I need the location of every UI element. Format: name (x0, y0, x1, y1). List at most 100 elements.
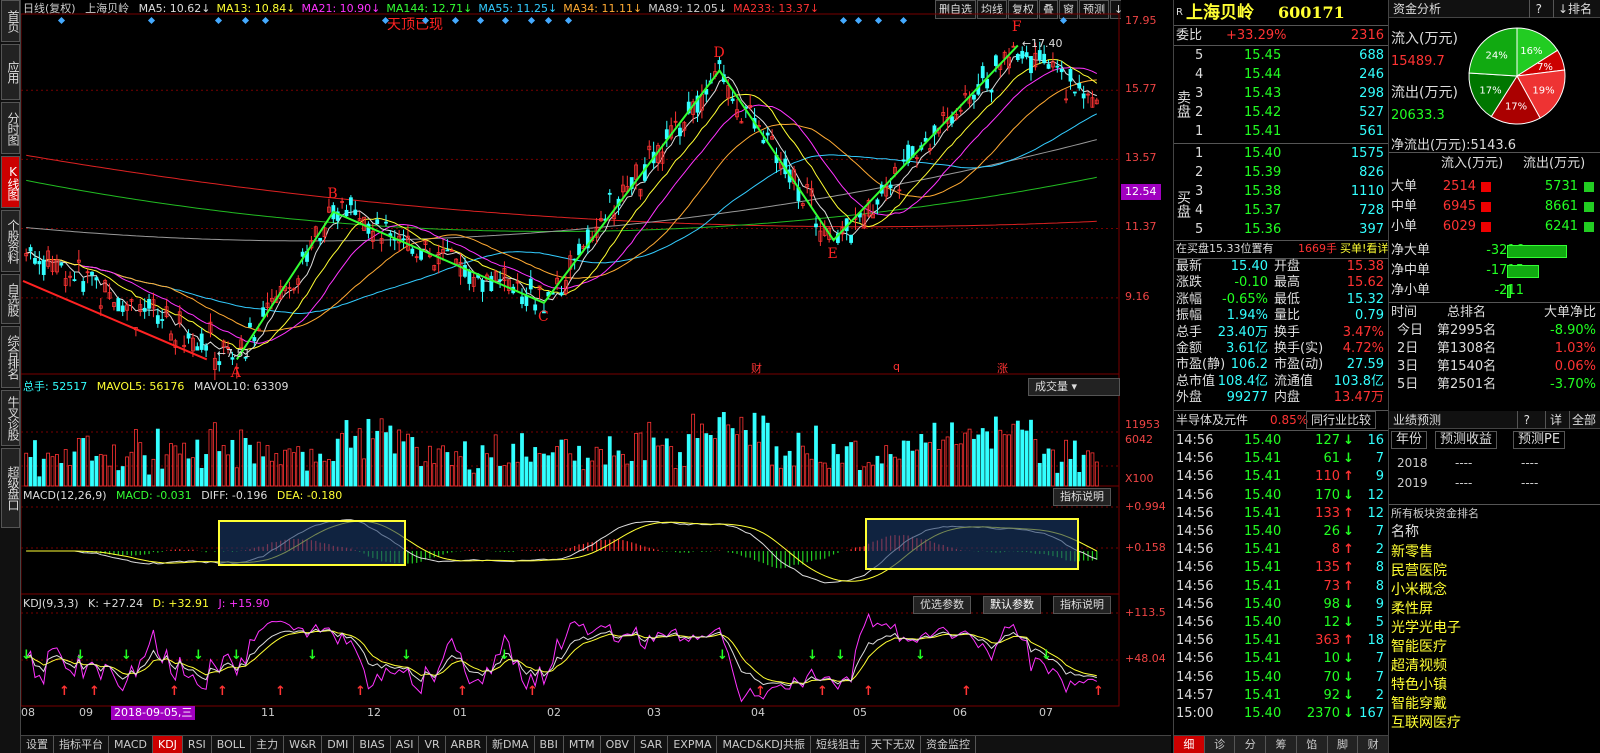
quote-tab-5[interactable]: 脚 (1327, 736, 1359, 753)
indicator-tab-2[interactable]: MACD (109, 736, 153, 753)
left-tab-1[interactable]: 应用 (1, 44, 20, 100)
forecast-col-0[interactable]: 年份 (1391, 431, 1428, 449)
down-arrow-icon: ↓ (1343, 451, 1354, 467)
fund-rank-button[interactable]: ↓排名 (1552, 0, 1596, 18)
sell-row-0[interactable]: 5 15.45 688 (1174, 47, 1388, 65)
indicator-tab-19[interactable]: MACD&KDJ共振 (717, 736, 811, 753)
indicator-tab-5[interactable]: BOLL (212, 736, 252, 753)
left-tab-7[interactable]: 牛叉诊股 (1, 390, 20, 446)
indicator-tab-20[interactable]: 短线狙击 (811, 736, 866, 753)
kdj-btn-1[interactable]: 默认参数 (983, 596, 1041, 614)
sell-row-1[interactable]: 4 15.44 246 (1174, 66, 1388, 84)
left-tab-6[interactable]: 综合排名 (1, 326, 20, 388)
quote-tab-2[interactable]: 分 (1235, 736, 1267, 753)
left-tab-8[interactable]: 超级盘口 (1, 448, 20, 528)
volume-bar (857, 470, 862, 487)
indicator-tab-21[interactable]: 天下无双 (866, 736, 921, 753)
block-item-0[interactable]: 新零售 (1389, 543, 1600, 561)
buy-row-0[interactable]: 1 15.40 1575 (1174, 145, 1388, 163)
indicator-tab-4[interactable]: RSI (183, 736, 212, 753)
price-tick-4: 9.16 (1125, 289, 1150, 303)
quote-label2: 最高 (1274, 275, 1301, 291)
quote-row-8: 外盘 99277 内盘 13.47万 (1174, 390, 1388, 406)
forecast-help-button[interactable]: ? (1516, 411, 1536, 429)
kdj-btn-2[interactable]: 指标说明 (1053, 596, 1111, 614)
quote-tab-6[interactable]: 财 (1358, 736, 1390, 753)
volume-bar (717, 417, 722, 487)
block-item-1[interactable]: 民营医院 (1389, 562, 1600, 580)
fund-row-label: 中单 (1391, 199, 1418, 214)
block-item-4[interactable]: 光学光电子 (1389, 619, 1600, 637)
block-item-5[interactable]: 智能医疗 (1389, 638, 1600, 656)
sell-row-2[interactable]: 3 15.43 298 (1174, 85, 1388, 103)
volume-bar (427, 445, 432, 487)
block-item-7[interactable]: 特色小镇 (1389, 676, 1600, 694)
indicator-tab-14[interactable]: BBI (535, 736, 564, 753)
volume-bar (941, 439, 946, 487)
block-item-9[interactable]: 互联网医疗 (1389, 714, 1600, 732)
indicator-tab-0[interactable]: 设置 (21, 736, 54, 753)
quote-tab-3[interactable]: 筹 (1266, 736, 1297, 753)
rank-head-total: 总排名 (1447, 305, 1487, 320)
indicator-tab-8[interactable]: DMI (322, 736, 355, 753)
quote-tab-0[interactable]: 细 (1174, 736, 1205, 753)
weibi-row: 委比 +33.29% 2316 (1174, 27, 1388, 45)
sell-row-3[interactable]: 2 15.42 527 (1174, 104, 1388, 122)
quote-tab-4[interactable]: 馅 (1296, 736, 1328, 753)
block-item-2[interactable]: 小米概念 (1389, 581, 1600, 599)
forecast-all-button[interactable]: 全部 (1568, 411, 1598, 429)
fund-help-button[interactable]: ? (1528, 0, 1548, 18)
left-tab-5[interactable]: 自选股 (1, 274, 20, 324)
chart-area[interactable]: 日线(复权) 上海贝岭 MA5: 10.62↓ MA13: 10.84↓ MA21:… (21, 0, 1146, 735)
macd-explain-button[interactable]: 指标说明 (1053, 488, 1111, 506)
price-scale: 17.95 15.77 13.57 11.37 9.16 12.54 11953 6042 X1… (1121, 0, 1173, 735)
quote-tab-1[interactable]: 诊 (1204, 736, 1236, 753)
indicator-tab-9[interactable]: BIAS (354, 736, 391, 753)
indicator-tab-1[interactable]: 指标平台 (54, 736, 109, 753)
indicator-tab-10[interactable]: ASI (391, 736, 420, 753)
buy-row-2[interactable]: 3 15.38 1110 (1174, 183, 1388, 201)
indicator-tab-13[interactable]: 新DMA (487, 736, 535, 753)
volume-bar (1002, 434, 1007, 487)
left-tab-0[interactable]: 首页 (1, 0, 20, 42)
forecast-col-2[interactable]: 预测PE (1513, 431, 1566, 449)
left-tab-3[interactable]: K线图 (1, 156, 20, 208)
volume-bar (761, 415, 766, 487)
indicator-tab-7[interactable]: W&R (284, 736, 323, 753)
volume-bar (120, 466, 125, 487)
indicator-tab-11[interactable]: VR (419, 736, 446, 753)
book-price: 15.39 (1244, 165, 1282, 180)
fund-head-in: 流入(万元) (1441, 156, 1504, 171)
fund-net-row-2: 净小单-211 (1389, 282, 1600, 300)
forecast-col-1[interactable]: 预测收益 (1435, 431, 1498, 449)
sector-compare-button[interactable]: 同行业比较 (1306, 411, 1377, 429)
buy-row-4[interactable]: 5 15.36 397 (1174, 221, 1388, 239)
candle-body (248, 322, 252, 328)
vol-indicator-select[interactable]: 成交量 ▾ (1028, 378, 1120, 396)
block-item-6[interactable]: 超清视频 (1389, 657, 1600, 675)
left-tab-4[interactable]: 个股资料 (1, 210, 20, 272)
block-item-3[interactable]: 柔性屏 (1389, 600, 1600, 618)
volume-bar (243, 438, 248, 487)
forecast-detail-button[interactable]: 详 (1544, 411, 1566, 429)
buy-row-1[interactable]: 2 15.39 826 (1174, 164, 1388, 182)
left-tab-2[interactable]: 分时图 (1, 102, 20, 154)
indicator-tab-12[interactable]: ARBR (446, 736, 488, 753)
sell-row-4[interactable]: 1 15.41 561 (1174, 123, 1388, 141)
kdj-btn-0[interactable]: 优选参数 (913, 596, 971, 614)
indicator-tab-3[interactable]: KDJ (152, 736, 183, 753)
kdj-j-line (25, 612, 1098, 703)
indicator-tab-18[interactable]: EXPMA (668, 736, 718, 753)
indicator-tab-16[interactable]: OBV (601, 736, 635, 753)
indicator-tab-6[interactable]: 主力 (251, 736, 285, 753)
indicator-tab-17[interactable]: SAR (635, 736, 669, 753)
buy-info-row[interactable]: 在买盘15.33位置有 1669手 买单!看详细 (1174, 240, 1399, 258)
buy-row-3[interactable]: 4 15.37 728 (1174, 202, 1388, 220)
fund-row-out: 8661 (1544, 199, 1578, 214)
down-arrow-icon: ↓ (1343, 524, 1354, 539)
block-item-8[interactable]: 智能穿戴 (1389, 695, 1600, 713)
kline-chart[interactable] (21, 0, 1121, 735)
indicator-tab-22[interactable]: 资金监控 (921, 736, 976, 753)
quote-label: 金额 (1176, 341, 1203, 356)
indicator-tab-15[interactable]: MTM (564, 736, 601, 753)
